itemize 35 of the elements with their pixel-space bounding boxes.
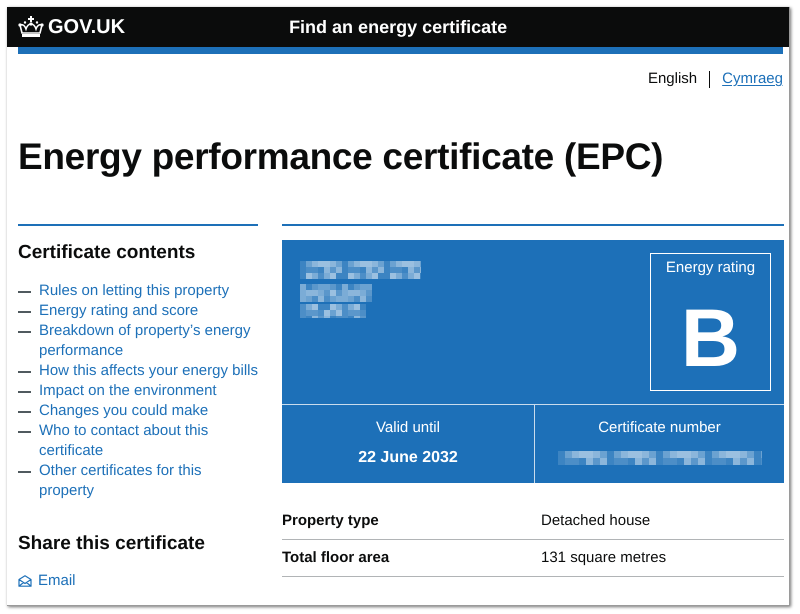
page-heading: Energy performance certificate (EPC) bbox=[18, 135, 664, 179]
summary-label: Total floor area bbox=[282, 548, 390, 568]
contents-link[interactable]: Rules on letting this property bbox=[39, 281, 230, 301]
language-link[interactable]: Cymraeg bbox=[722, 69, 783, 89]
home-logo-link[interactable]: GOV.UK bbox=[18, 15, 126, 39]
dash-icon bbox=[18, 331, 31, 332]
certificate-number-label: Certificate number bbox=[598, 418, 721, 438]
dash-icon bbox=[18, 391, 31, 392]
valid-until-label: Valid until bbox=[376, 418, 440, 438]
contents-link[interactable]: How this affects your energy bills bbox=[39, 361, 258, 381]
crown-icon bbox=[18, 16, 44, 38]
summary-value: Detached house bbox=[541, 511, 652, 531]
contents-link[interactable]: Who to contact about this certificate bbox=[39, 421, 258, 461]
dash-icon bbox=[18, 311, 31, 312]
summary-value: 131 square metres bbox=[541, 548, 668, 568]
contents-link[interactable]: Impact on the environment bbox=[39, 381, 217, 401]
dash-icon bbox=[18, 291, 31, 292]
email-share-link[interactable]: Email bbox=[18, 571, 76, 591]
dash-icon bbox=[18, 371, 31, 372]
dash-icon bbox=[18, 471, 31, 472]
contents-link[interactable]: Energy rating and score bbox=[39, 301, 198, 321]
contents-link[interactable]: Breakdown of property’s energy performance bbox=[39, 321, 258, 361]
contents-link[interactable]: Other certificates for this property bbox=[39, 461, 258, 501]
current-language-option[interactable]: English bbox=[648, 69, 698, 89]
contents-link[interactable]: Changes you could make bbox=[39, 401, 208, 421]
dash-icon bbox=[18, 431, 31, 432]
rating-letter: B bbox=[680, 298, 740, 380]
valid-until-date: 22 June 2032 bbox=[358, 448, 458, 468]
envelope-icon bbox=[18, 575, 32, 587]
rating-label: Energy rating bbox=[666, 258, 756, 278]
dash-icon bbox=[18, 411, 31, 412]
service-name-link[interactable]: Find an energy certificate bbox=[289, 15, 508, 39]
share-heading: Share this certificate bbox=[18, 532, 206, 556]
contents-heading: Certificate contents bbox=[18, 241, 196, 265]
summary-label: Property type bbox=[282, 511, 380, 531]
